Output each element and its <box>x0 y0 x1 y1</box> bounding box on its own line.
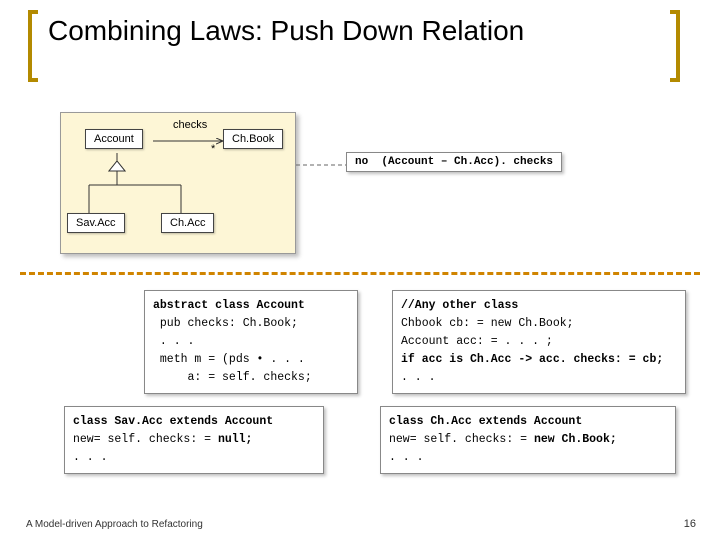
left-bracket-icon <box>28 10 38 82</box>
assoc-mult-star: * <box>211 143 215 155</box>
code-line: Chbook cb: = new Ch.Book; <box>401 315 677 333</box>
code-line: a: = self. checks; <box>153 369 349 387</box>
code-line: class Ch.Acc extends Account <box>389 415 582 428</box>
code-line: abstract class Account <box>153 299 305 312</box>
code-line: if acc is Ch.Acc -> acc. checks: = cb; <box>401 353 663 366</box>
divider <box>20 272 700 275</box>
code-savacc: class Sav.Acc extends Account new= self.… <box>64 406 324 474</box>
assoc-label-checks: checks <box>173 119 207 131</box>
code-line: . . . <box>153 333 349 351</box>
constraint-note: no (Account – Ch.Acc). checks <box>346 152 562 172</box>
footer-text: A Model-driven Approach to Refactoring <box>26 519 203 530</box>
code-abstract-account: abstract class Account pub checks: Ch.Bo… <box>144 290 358 394</box>
code-line: . . . <box>401 369 677 387</box>
code-line: pub checks: Ch.Book; <box>153 315 349 333</box>
right-bracket-icon <box>670 10 680 82</box>
uml-class-savacc: Sav.Acc <box>67 213 125 233</box>
uml-class-chbook: Ch.Book <box>223 129 283 149</box>
title-bar: Combining Laws: Push Down Relation <box>34 14 674 48</box>
code-any-other-class: //Any other class Chbook cb: = new Ch.Bo… <box>392 290 686 394</box>
code-line: meth m = (pds • . . . <box>153 351 349 369</box>
uml-diagram: Account Ch.Book checks * Sav.Acc Ch.Acc <box>60 112 296 254</box>
code-line: Account acc: = . . . ; <box>401 333 677 351</box>
note-connector <box>296 158 350 172</box>
code-line: class Sav.Acc extends Account <box>73 415 273 428</box>
page-number: 16 <box>684 518 696 530</box>
constraint-text: no (Account – Ch.Acc). checks <box>355 156 553 168</box>
code-line: new= self. checks: = <box>389 433 534 446</box>
code-line: . . . <box>389 449 667 467</box>
code-chacc: class Ch.Acc extends Account new= self. … <box>380 406 676 474</box>
slide-title: Combining Laws: Push Down Relation <box>34 14 674 48</box>
code-line: null; <box>218 433 253 446</box>
code-line: //Any other class <box>401 299 518 312</box>
uml-class-chacc: Ch.Acc <box>161 213 214 233</box>
uml-class-account: Account <box>85 129 143 149</box>
code-line: . . . <box>73 449 315 467</box>
code-line: new Ch.Book; <box>534 433 617 446</box>
code-line: new= self. checks: = <box>73 433 218 446</box>
